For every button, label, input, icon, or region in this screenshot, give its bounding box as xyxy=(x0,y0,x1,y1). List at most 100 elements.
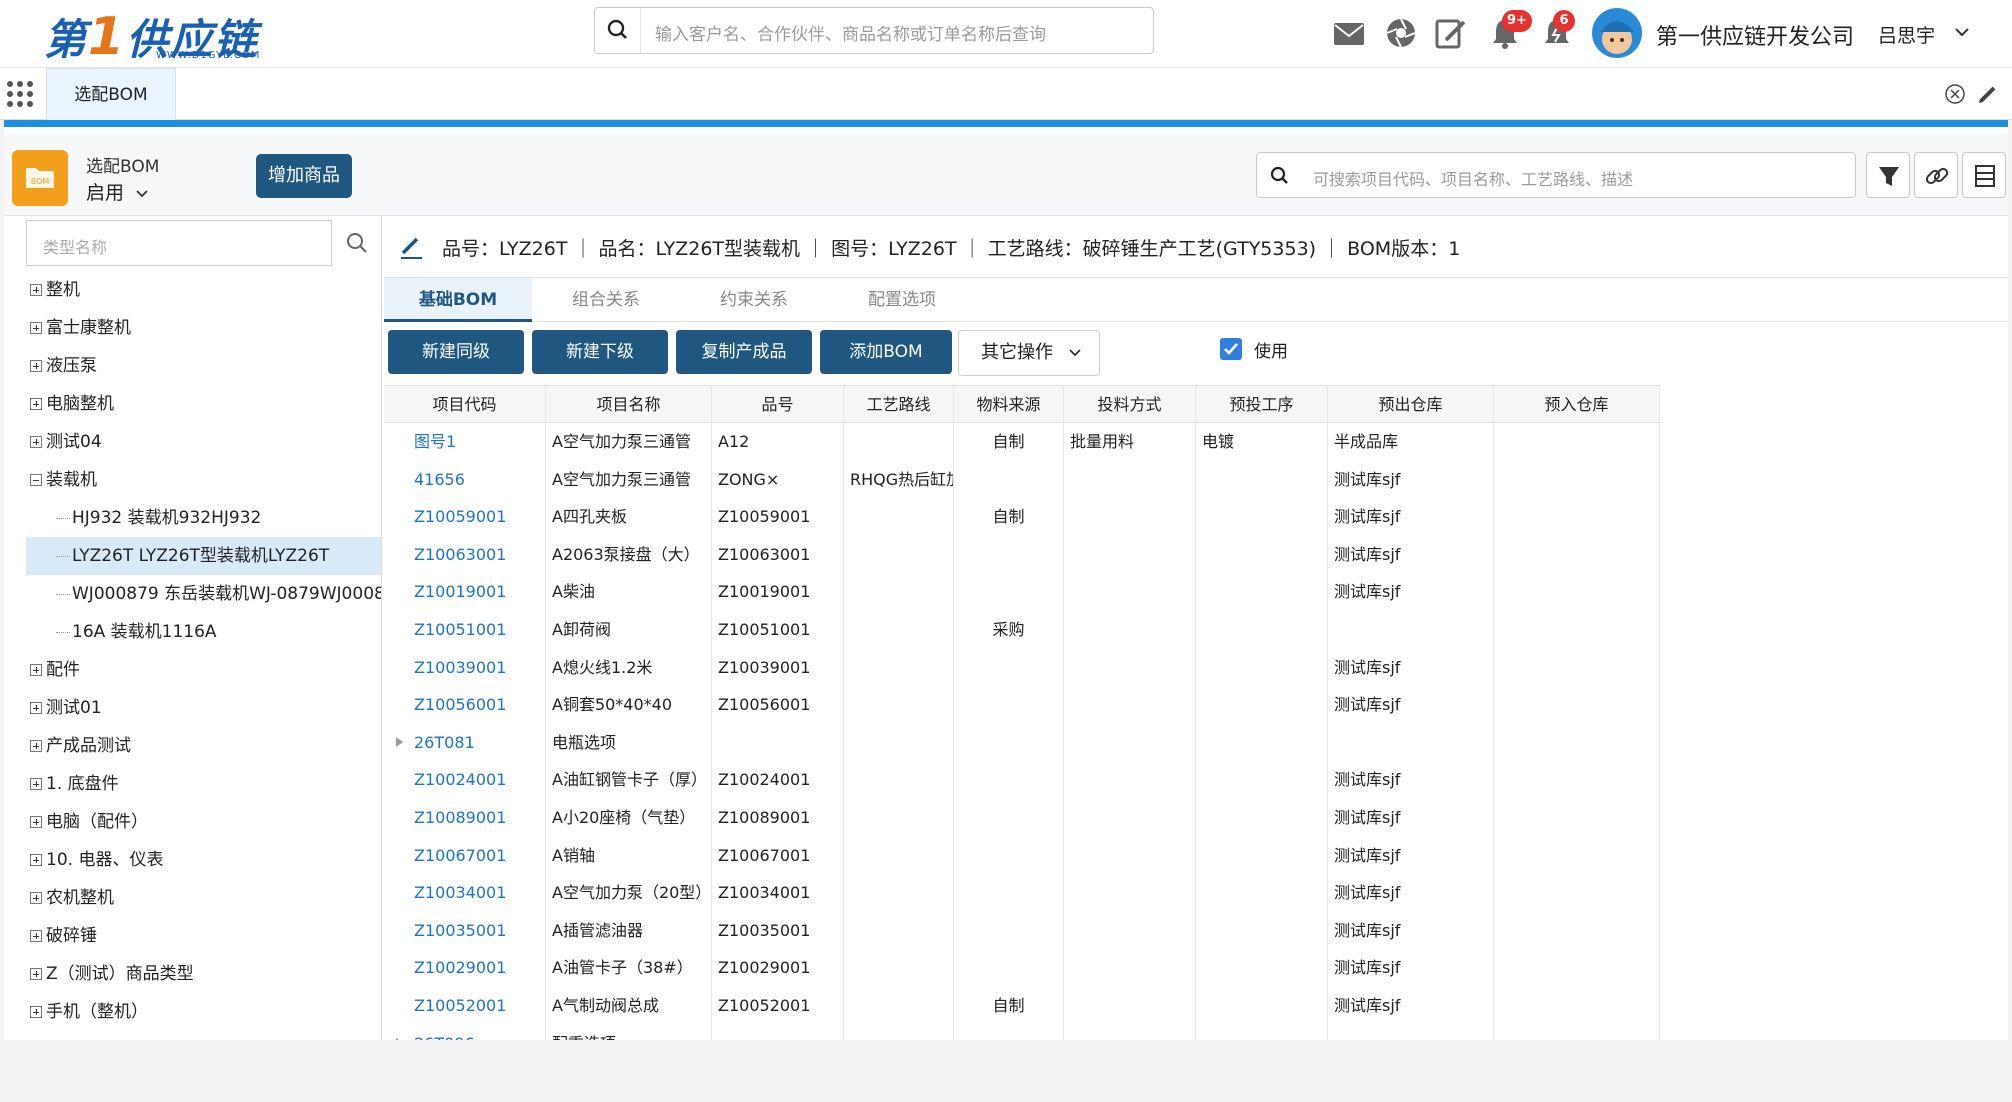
tree-category[interactable]: 富士康整机 xyxy=(26,309,381,347)
add-bom-button[interactable]: 添加BOM xyxy=(820,330,952,374)
expand-icon[interactable] xyxy=(30,740,42,752)
tree-category[interactable]: 测试04 xyxy=(26,423,381,461)
column-header[interactable]: 项目名称 xyxy=(546,385,712,423)
expand-icon[interactable] xyxy=(30,360,42,372)
mail-icon[interactable] xyxy=(1330,14,1368,52)
tree-category[interactable]: 手机（整机） xyxy=(26,993,381,1031)
tree-category[interactable]: 电脑（配件） xyxy=(26,803,381,841)
expand-icon[interactable] xyxy=(30,664,42,676)
tree-item[interactable]: WJ000879 东岳装载机WJ-0879WJ000879 xyxy=(26,575,381,613)
expand-icon[interactable] xyxy=(30,778,42,790)
table-row[interactable]: 26T096配重选项 xyxy=(384,1024,2008,1040)
item-code-link[interactable]: Z10034001 xyxy=(384,874,546,913)
item-code-link[interactable]: Z10089001 xyxy=(384,799,546,837)
table-row[interactable]: Z10029001 A油管卡子（38#） Z10029001 测试库sjf xyxy=(384,949,2008,988)
item-code-link[interactable]: Z10051001 xyxy=(384,611,546,649)
company-logo[interactable]: 第1供应链 WWW.D1GYL.COM xyxy=(44,4,264,67)
expand-icon[interactable] xyxy=(30,398,42,410)
table-row[interactable]: Z10019001 A柴油 Z10019001 测试库sjf xyxy=(384,573,2008,612)
expand-icon[interactable] xyxy=(30,702,42,714)
collapse-icon[interactable] xyxy=(30,474,42,486)
expand-icon[interactable] xyxy=(30,968,42,980)
search-icon[interactable] xyxy=(1267,163,1293,189)
expand-row-icon[interactable] xyxy=(396,736,403,747)
column-header[interactable]: 投料方式 xyxy=(1064,385,1196,423)
tree-category[interactable]: 属具 xyxy=(26,1031,381,1040)
copy-product-button[interactable]: 复制产成品 xyxy=(676,330,812,374)
other-actions-dropdown[interactable]: 其它操作 xyxy=(958,330,1100,376)
user-avatar[interactable] xyxy=(1592,8,1642,58)
expand-icon[interactable] xyxy=(30,1006,42,1018)
column-header[interactable]: 项目代码 xyxy=(384,385,546,423)
column-header[interactable]: 预投工序 xyxy=(1196,385,1328,423)
tree-category[interactable]: 1. 底盘件 xyxy=(26,765,381,803)
item-code-link[interactable]: Z10067001 xyxy=(384,836,546,875)
tree-category[interactable]: 测试01 xyxy=(26,689,381,727)
expand-icon[interactable] xyxy=(30,892,42,904)
tree-category[interactable]: 产成品测试 xyxy=(26,727,381,765)
tree-category[interactable]: 破碎锤 xyxy=(26,917,381,955)
filter-button[interactable] xyxy=(1866,152,1910,198)
tab-bom[interactable]: 选配BOM xyxy=(46,68,176,120)
item-code-link[interactable]: Z10035001 xyxy=(384,911,546,950)
expand-icon[interactable] xyxy=(30,930,42,942)
table-row[interactable]: Z10056001 A铜套50*40*40 Z10056001 测试库sjf xyxy=(384,686,2008,725)
item-code-link[interactable]: Z10056001 xyxy=(384,686,546,725)
item-code-link[interactable]: 图号1 xyxy=(384,423,546,461)
expand-icon[interactable] xyxy=(30,816,42,828)
item-code-link[interactable]: Z10024001 xyxy=(384,761,546,800)
category-search-input[interactable]: 类型名称 xyxy=(26,220,332,266)
tree-category[interactable]: 电脑整机 xyxy=(26,385,381,423)
table-row[interactable]: 图号1 A空气加力泵三通管 A12 自制 批量用料 电镀 半成品库 xyxy=(384,423,2008,461)
close-circle-icon[interactable] xyxy=(1944,83,1966,105)
new-sibling-button[interactable]: 新建同级 xyxy=(388,330,524,374)
layout-button[interactable] xyxy=(1962,152,2006,198)
edit-note-icon[interactable] xyxy=(1432,14,1470,52)
item-code-link[interactable]: 26T096 xyxy=(384,1024,546,1040)
expand-icon[interactable] xyxy=(30,854,42,866)
table-row[interactable]: 41656A空气加力泵三通管ZONG×RHQG热后缸加工 测试库sjf xyxy=(384,460,2008,499)
column-header[interactable]: 物料来源 xyxy=(954,385,1064,423)
expand-icon[interactable] xyxy=(30,284,42,296)
chevron-down-icon[interactable] xyxy=(1952,22,1972,42)
tree-item[interactable]: LYZ26T LYZ26T型装载机LYZ26T xyxy=(26,537,381,575)
tab-combination[interactable]: 组合关系 xyxy=(532,278,680,322)
tree-item[interactable]: 16A 装载机1116A xyxy=(26,613,381,651)
item-code-link[interactable]: Z10059001 xyxy=(384,498,546,537)
item-code-link[interactable]: Z10019001 xyxy=(384,573,546,612)
tree-category[interactable]: 配件 xyxy=(26,651,381,689)
link-button[interactable] xyxy=(1914,152,1958,198)
item-code-link[interactable]: 26T081 xyxy=(384,723,546,762)
column-header[interactable]: 工艺路线 xyxy=(844,385,954,423)
table-row[interactable]: Z10067001 A销轴 Z10067001 测试库sjf xyxy=(384,836,2008,875)
tab-config-options[interactable]: 配置选项 xyxy=(828,278,976,322)
item-code-link[interactable]: Z10029001 xyxy=(384,949,546,988)
tree-item[interactable]: HJ932 装载机932HJ932 xyxy=(26,499,381,537)
table-row[interactable]: 26T081 电瓶选项 xyxy=(384,723,2008,762)
search-icon[interactable] xyxy=(344,230,370,256)
global-search-input[interactable]: 输入客户名、合作伙伴、商品名称或订单名称后查询 xyxy=(594,7,1154,54)
aperture-icon[interactable] xyxy=(1382,14,1420,52)
edit-icon[interactable] xyxy=(398,234,424,260)
app-grid-icon[interactable] xyxy=(4,78,36,110)
use-checkbox[interactable] xyxy=(1220,338,1242,360)
table-row[interactable]: Z10089001 A小20座椅（气垫） Z10089001 测试库sjf xyxy=(384,799,2008,837)
tree-category[interactable]: 装载机 xyxy=(26,461,381,499)
item-code-link[interactable]: Z10063001 xyxy=(384,535,546,574)
tree-category[interactable]: Z（测试）商品类型 xyxy=(26,955,381,993)
column-header[interactable]: 预出仓库 xyxy=(1328,385,1494,423)
tree-category[interactable]: 液压泵 xyxy=(26,347,381,385)
table-row[interactable]: Z10052001 A气制动阀总成 Z10052001 自制 测试库sjf xyxy=(384,987,2008,1025)
column-header[interactable]: 预入仓库 xyxy=(1494,385,1660,423)
table-row[interactable]: Z10039001 A熄火线1.2米 Z10039001 测试库sjf xyxy=(384,648,2008,687)
add-product-button[interactable]: 增加商品 xyxy=(256,154,352,198)
table-row[interactable]: Z10035001 A插管滤油器 Z10035001 测试库sjf xyxy=(384,911,2008,950)
pencil-icon[interactable] xyxy=(1976,82,2000,106)
item-search-input[interactable]: 可搜索项目代码、项目名称、工艺路线、描述 xyxy=(1256,152,1856,198)
table-row[interactable]: Z10024001 A油缸钢管卡子（厚） Z10024001 测试库sjf xyxy=(384,761,2008,800)
company-name[interactable]: 第一供应链开发公司 xyxy=(1656,19,1854,51)
column-header[interactable]: 品号 xyxy=(712,385,844,423)
table-row[interactable]: Z10059001 A四孔夹板 Z10059001 自制 测试库sjf xyxy=(384,498,2008,537)
new-child-button[interactable]: 新建下级 xyxy=(532,330,668,374)
item-code-link[interactable]: 41656 xyxy=(384,460,546,499)
